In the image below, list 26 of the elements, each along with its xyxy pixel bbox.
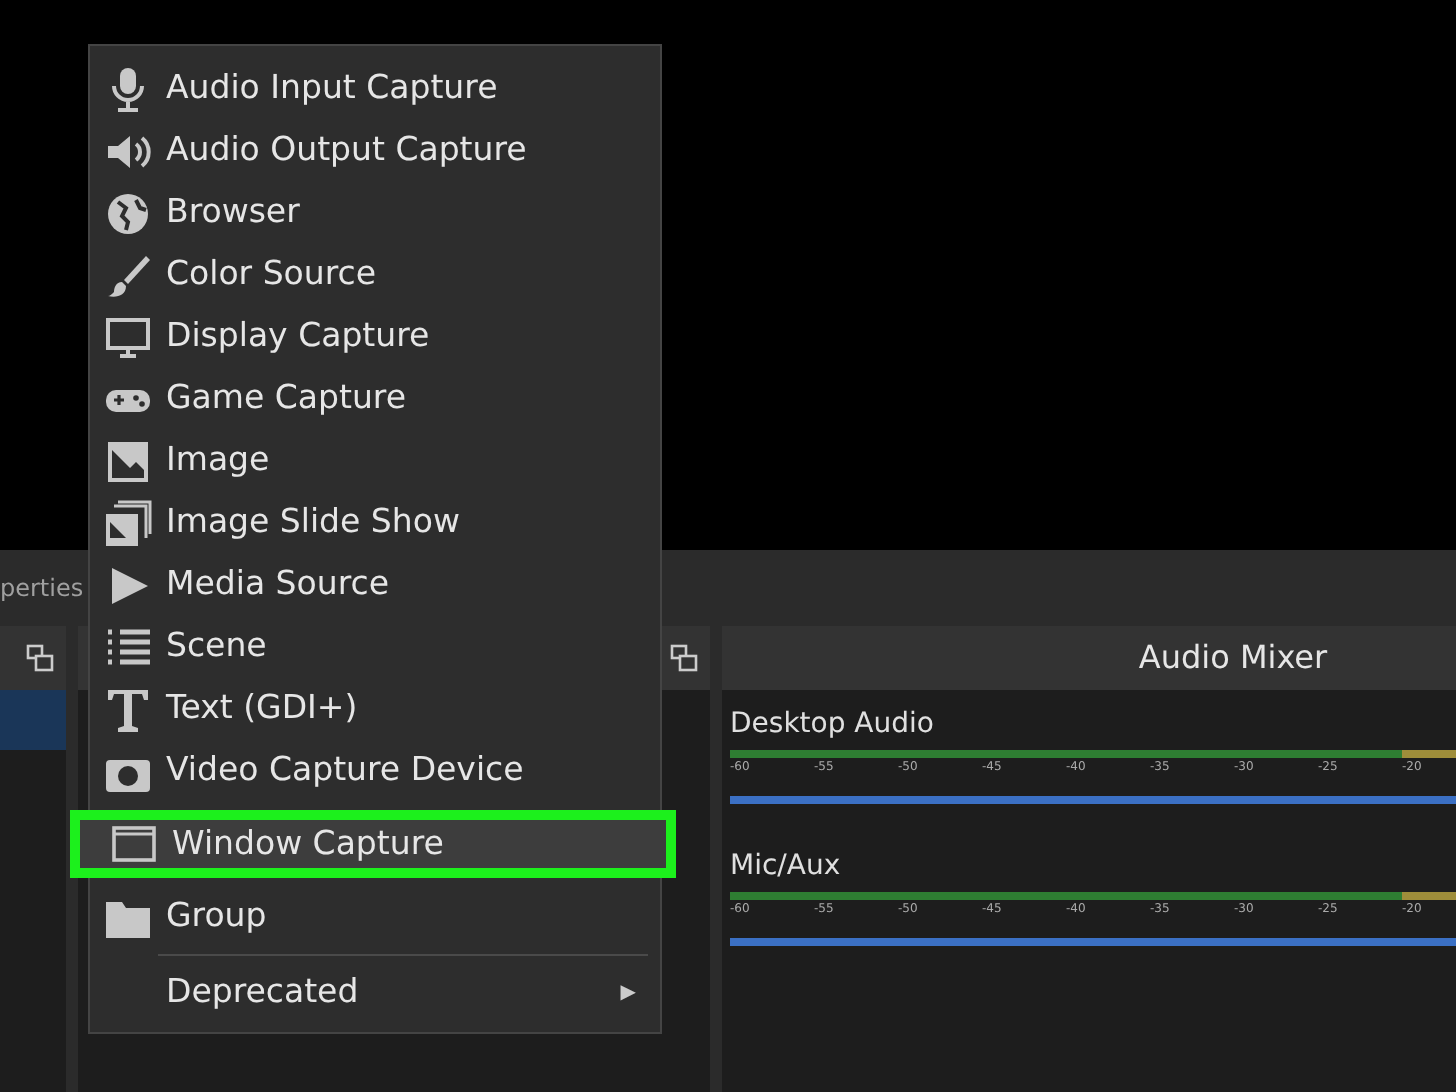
menu-item[interactable]: Game Capture: [90, 368, 660, 430]
scene-row[interactable]: [0, 690, 66, 750]
menu-item[interactable]: Display Capture: [90, 306, 660, 368]
undock-icon[interactable]: [26, 644, 54, 672]
menu-item[interactable]: Audio Input Capture: [90, 58, 660, 120]
submenu-item[interactable]: Deprecated ▶: [90, 962, 660, 1024]
menu-item[interactable]: Window Capture: [70, 810, 676, 878]
menu-item[interactable]: Video Capture Device: [90, 740, 660, 802]
dock-tab[interactable]: perties: [0, 570, 84, 606]
menu-item[interactable]: Image Slide Show: [90, 492, 660, 554]
submenu-arrow-icon: ▶: [620, 978, 636, 1008]
menu-item[interactable]: Group: [90, 886, 660, 948]
menu-item[interactable]: Media Source: [90, 554, 660, 616]
menu-item[interactable]: Browser: [90, 182, 660, 244]
panel-title: Audio Mixer: [1138, 636, 1328, 680]
volume-slider[interactable]: [730, 796, 1456, 804]
menu-item[interactable]: Scene: [90, 616, 660, 678]
menu-item[interactable]: Color Source: [90, 244, 660, 306]
channel-name: Desktop Audio: [730, 706, 934, 744]
slideshow-icon: [102, 497, 154, 549]
undock-icon[interactable]: [670, 644, 698, 672]
menu-item[interactable]: Audio Output Capture: [90, 120, 660, 182]
menu-item[interactable]: Image: [90, 430, 660, 492]
volume-slider[interactable]: [730, 938, 1456, 946]
channel-name: Mic/Aux: [730, 848, 841, 886]
menu-item[interactable]: Text (GDI+): [90, 678, 660, 740]
